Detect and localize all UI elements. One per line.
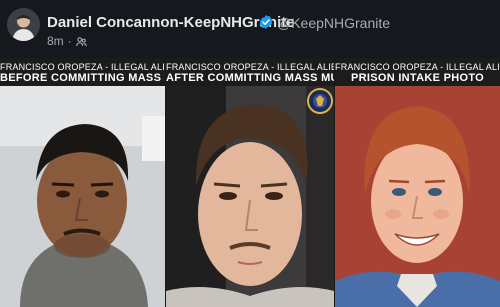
meta-separator: · [67,34,72,48]
audience-icon [75,36,87,46]
panel-caption-line2: BEFORE COMMITTING MASS MURDER [0,72,165,84]
panel-before: FRANCISCO OROPEZA - ILLEGAL ALIEN BEFORE… [0,58,165,307]
panel-after: FRANCISCO OROPEZA - ILLEGAL ALIEN AFTER … [166,58,334,307]
panel-caption-line1: FRANCISCO OROPEZA - ILLEGAL ALIEN [166,62,334,72]
post-header: Daniel Concannon-KeepNHGranite @KeepNHGr… [0,0,500,58]
post-meta: 8m · [47,34,87,48]
panel-caption-line2: PRISON INTAKE PHOTO [350,72,485,84]
avatar[interactable] [7,8,40,41]
panel-caption-line1: FRANCISCO OROPEZA - ILLEGAL ALIEN [0,62,165,72]
post-image[interactable]: FRANCISCO OROPEZA - ILLEGAL ALIEN BEFORE… [0,58,500,307]
photo-selfie [166,86,334,307]
panel-caption-line1: FRANCISCO OROPEZA - ILLEGAL ALIEN [335,62,500,72]
post-time[interactable]: 8m [47,34,64,48]
photo-mugshot [0,86,165,307]
panel-caption-line2: AFTER COMMITTING MASS MURDER [166,72,334,84]
verified-badge-icon [259,15,273,29]
panel-intake: FRANCISCO OROPEZA - ILLEGAL ALIEN PRISON… [335,58,500,307]
fbi-seal-icon [307,88,333,114]
author-handle[interactable]: @KeepNHGranite [277,15,390,31]
photo-intake [335,86,500,307]
